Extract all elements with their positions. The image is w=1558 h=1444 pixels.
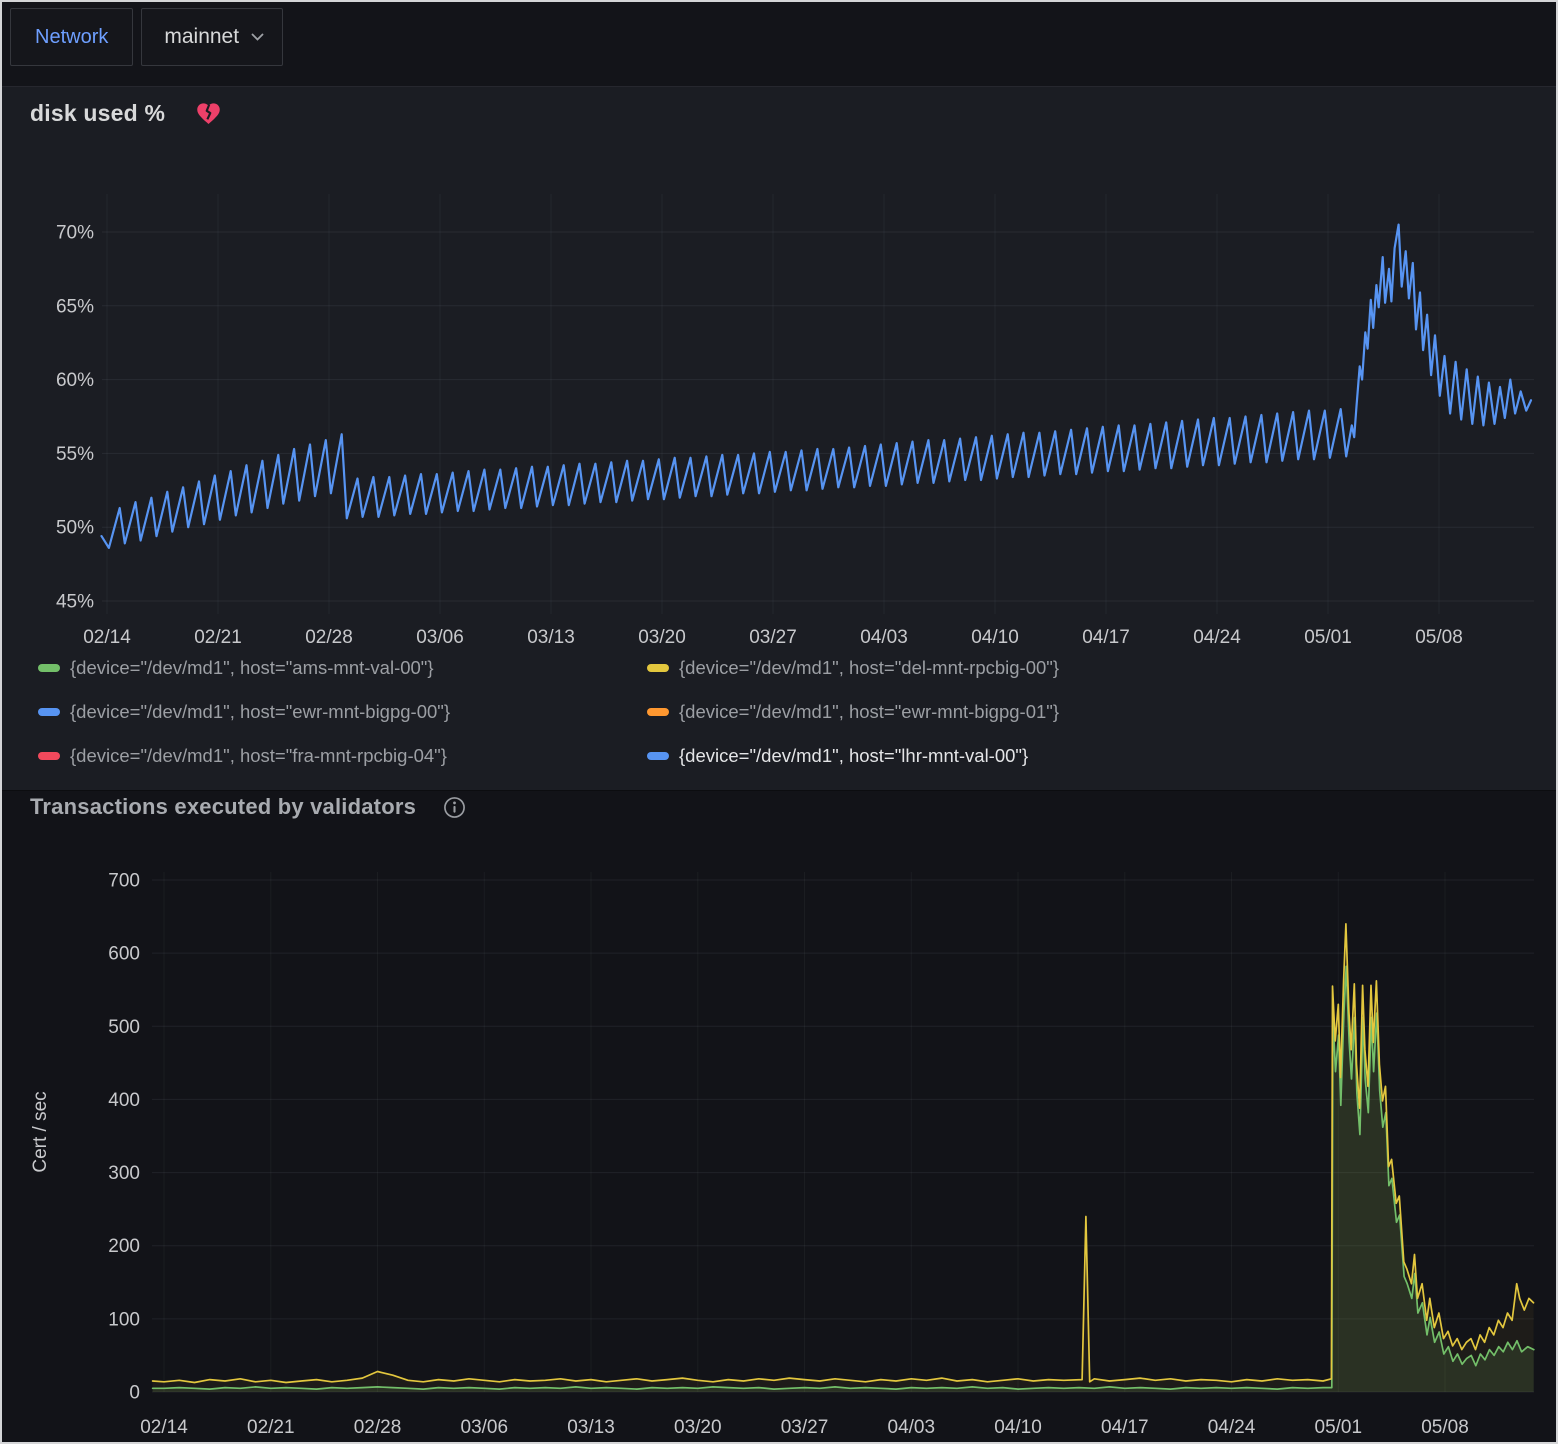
y-tick-label: 600 <box>108 944 140 965</box>
x-tick-label: 02/21 <box>194 627 242 648</box>
legend-swatch-icon <box>647 708 669 716</box>
x-tick-label: 04/10 <box>994 1417 1042 1438</box>
legend-swatch-icon <box>38 708 60 716</box>
x-tick-label: 02/14 <box>140 1417 188 1438</box>
legend-item[interactable]: {device="/dev/md1", host="ewr-mnt-bigpg-… <box>647 701 1059 723</box>
x-tick-label: 02/21 <box>247 1417 295 1438</box>
legend-label: {device="/dev/md1", host="ewr-mnt-bigpg-… <box>70 701 450 723</box>
x-tick-label: 05/08 <box>1421 1417 1469 1438</box>
legend-item[interactable]: {device="/dev/md1", host="del-mnt-rpcbig… <box>647 657 1059 679</box>
y-axis-title: Cert / sec <box>30 1091 51 1172</box>
grafana-dashboard: Network mainnet disk used % 45% 50% 55% 60%… <box>0 0 1558 1444</box>
y-tick-label: 60% <box>56 370 94 391</box>
y-tick-label: 0 <box>129 1383 140 1404</box>
x-tick-label: 04/24 <box>1193 627 1241 648</box>
network-variable-label: Network <box>11 26 132 49</box>
legend-label: {device="/dev/md1", host="ewr-mnt-bigpg-… <box>679 701 1059 723</box>
panel-title-disk-used[interactable]: disk used % <box>30 100 165 127</box>
info-circle-icon[interactable] <box>442 795 467 820</box>
y-tick-label: 500 <box>108 1017 140 1038</box>
legend-swatch-icon <box>647 752 669 760</box>
y-tick-label: 700 <box>108 871 140 892</box>
chevron-down-icon <box>251 33 264 41</box>
x-tick-label: 04/10 <box>971 627 1019 648</box>
y-tick-label: 45% <box>56 592 94 613</box>
x-tick-label: 03/27 <box>749 627 797 648</box>
legend-item[interactable]: {device="/dev/md1", host="lhr-mnt-val-00… <box>647 745 1059 767</box>
series-fill-validator-certs-yellow <box>153 924 1534 1392</box>
legend-label: {device="/dev/md1", host="ams-mnt-val-00… <box>70 657 434 679</box>
panel-transactions-header: Transactions executed by validators <box>30 794 467 820</box>
broken-heart-icon[interactable] <box>195 101 222 126</box>
legend-label: {device="/dev/md1", host="fra-mnt-rpcbig… <box>70 745 447 767</box>
disk-used-legend: {device="/dev/md1", host="ams-mnt-val-00… <box>38 657 1059 767</box>
x-tick-label: 05/01 <box>1315 1417 1363 1438</box>
x-tick-label: 03/27 <box>781 1417 829 1438</box>
x-tick-label: 03/06 <box>461 1417 509 1438</box>
x-tick-label: 02/28 <box>354 1417 402 1438</box>
legend-swatch-icon <box>647 664 669 672</box>
y-tick-label: 300 <box>108 1163 140 1184</box>
legend-item[interactable]: {device="/dev/md1", host="ewr-mnt-bigpg-… <box>38 701 647 723</box>
legend-item[interactable]: {device="/dev/md1", host="fra-mnt-rpcbig… <box>38 745 647 767</box>
legend-label: {device="/dev/md1", host="del-mnt-rpcbig… <box>679 657 1059 679</box>
legend-swatch-icon <box>38 752 60 760</box>
network-variable-dropdown[interactable]: mainnet <box>141 8 283 66</box>
x-tick-label: 05/08 <box>1415 627 1463 648</box>
series-fill-validator-certs-green <box>153 966 1534 1392</box>
panel-title-transactions[interactable]: Transactions executed by validators <box>30 794 416 820</box>
legend-swatch-icon <box>38 664 60 672</box>
y-tick-label: 65% <box>56 296 94 317</box>
x-tick-label: 02/14 <box>83 627 131 648</box>
y-tick-label: 200 <box>108 1236 140 1257</box>
x-tick-label: 04/03 <box>860 627 908 648</box>
x-tick-label: 05/01 <box>1304 627 1352 648</box>
legend-item[interactable]: {device="/dev/md1", host="ams-mnt-val-00… <box>38 657 647 679</box>
y-tick-label: 50% <box>56 518 94 539</box>
x-tick-label: 04/03 <box>888 1417 936 1438</box>
y-tick-label: 100 <box>108 1309 140 1330</box>
series-line-validator-certs-green <box>153 966 1534 1389</box>
x-tick-label: 02/28 <box>305 627 353 648</box>
x-tick-label: 03/20 <box>638 627 686 648</box>
network-variable-label-box: Network <box>10 8 133 66</box>
series-line-{device="/dev/md1", host="lhr-mnt-val-00"} <box>102 225 1532 548</box>
x-tick-label: 03/13 <box>567 1417 615 1438</box>
transactions-chart[interactable]: 0 100 200 300 400 500 600 700 02/14 02/21 02/28 03/… <box>2 790 1556 1442</box>
x-tick-label: 04/17 <box>1101 1417 1149 1438</box>
x-tick-label: 03/13 <box>527 627 575 648</box>
x-tick-label: 03/20 <box>674 1417 722 1438</box>
series-line-validator-certs-yellow <box>153 924 1534 1383</box>
network-variable-value[interactable]: mainnet <box>164 25 239 49</box>
variable-toolbar: Network mainnet <box>10 8 283 66</box>
y-tick-label: 400 <box>108 1090 140 1111</box>
x-tick-label: 03/06 <box>416 627 464 648</box>
x-tick-label: 04/24 <box>1208 1417 1256 1438</box>
panel-disk-used-header: disk used % <box>30 100 222 127</box>
y-tick-label: 55% <box>56 444 94 465</box>
x-tick-label: 04/17 <box>1082 627 1130 648</box>
y-tick-label: 70% <box>56 223 94 244</box>
legend-label: {device="/dev/md1", host="lhr-mnt-val-00… <box>679 745 1028 767</box>
